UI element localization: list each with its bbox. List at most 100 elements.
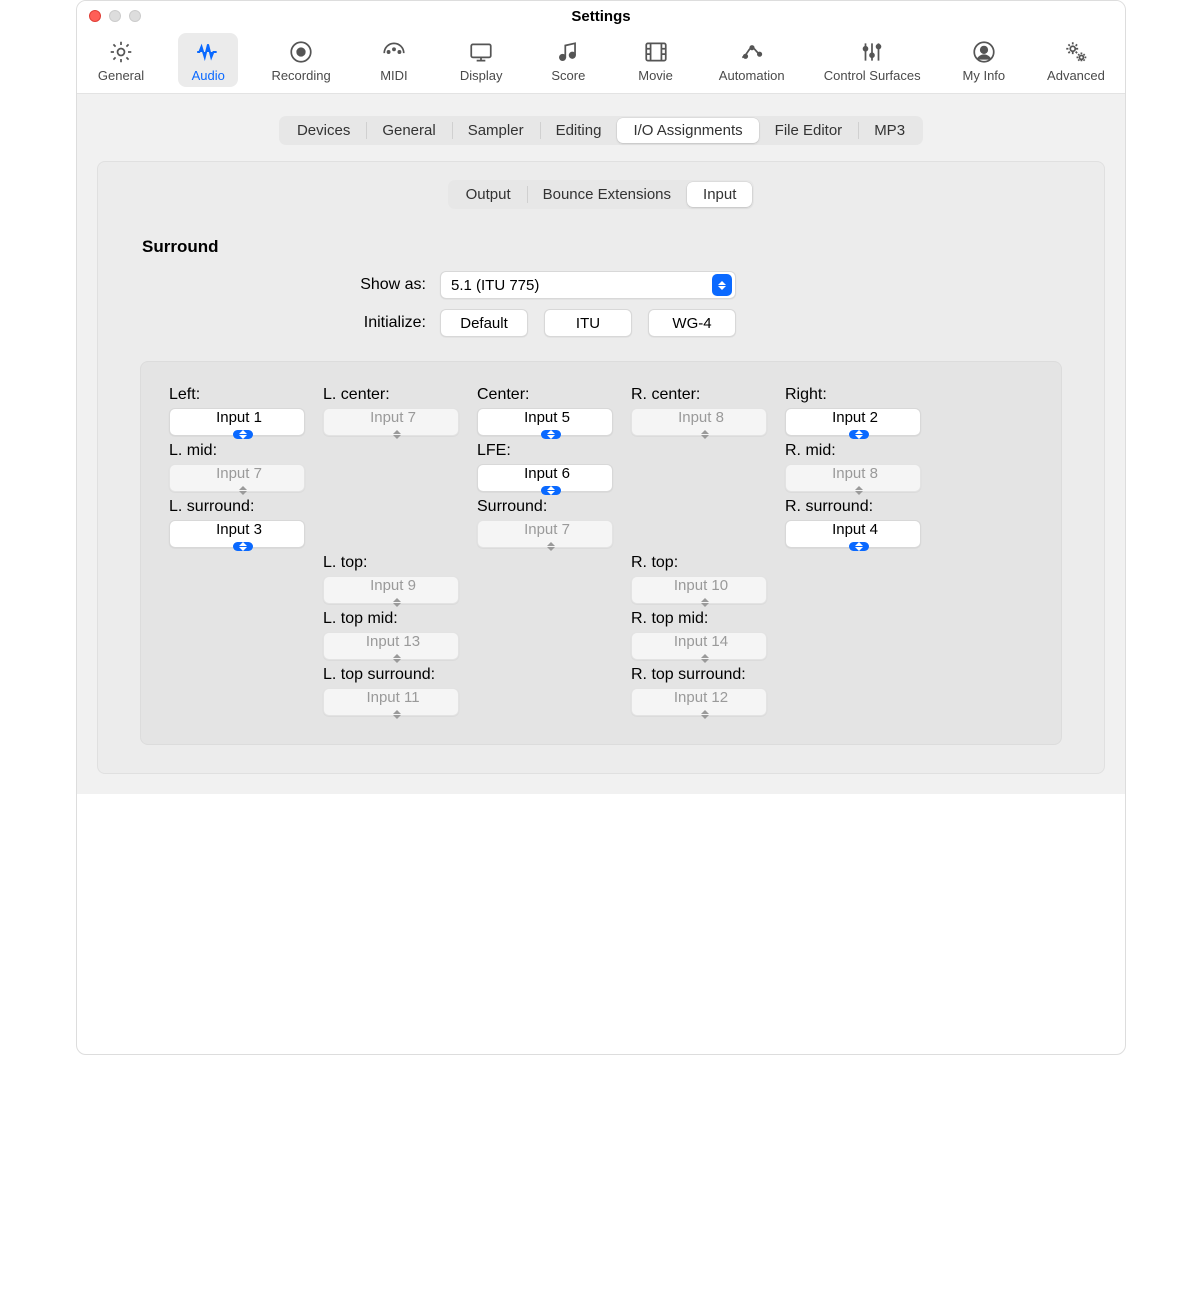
channel-l-top-select: Input 9 [323, 576, 459, 604]
channel-r-surround: R. surround: Input 4 [785, 498, 935, 548]
channel-l-surround-select[interactable]: Input 3 [169, 520, 305, 548]
automation-icon [735, 37, 769, 67]
subtab-bounce-extensions[interactable]: Bounce Extensions [527, 182, 687, 207]
audio-icon [191, 37, 225, 67]
channel-grid: Left: Input 1 L. center:Input 7Center:Inpu… [169, 386, 1033, 716]
channel-r-surround-select[interactable]: Input 4 [785, 520, 921, 548]
channel-right: Right:Input 2 [785, 386, 935, 436]
channel-r-top-surround: R. top surround:Input 12 [631, 666, 781, 716]
toolbar-audio[interactable]: Audio [178, 33, 238, 87]
subtab-output[interactable]: Output [450, 182, 527, 207]
initialize-wg-4-button[interactable]: WG-4 [648, 309, 736, 337]
initialize-itu-button[interactable]: ITU [544, 309, 632, 337]
tab-file-editor[interactable]: File Editor [759, 118, 859, 143]
chevron-updown-icon [695, 710, 715, 719]
initialize-label: Initialize: [116, 314, 426, 332]
tab-general[interactable]: General [366, 118, 451, 143]
tab-editing[interactable]: Editing [540, 118, 618, 143]
channel-surround-select: Input 7 [477, 520, 613, 548]
channel-l-top: L. top:Input 9 [323, 554, 473, 604]
chevron-updown-icon [849, 486, 869, 495]
channel-r-mid-select: Input 8 [785, 464, 921, 492]
tab-mp3[interactable]: MP3 [858, 118, 921, 143]
chevron-updown-icon [233, 486, 253, 495]
channel-l-top-surround: L. top surround:Input 11 [323, 666, 473, 716]
toolbar-automation[interactable]: Automation [713, 33, 791, 87]
channel-r-top-mid-select: Input 14 [631, 632, 767, 660]
tab-devices[interactable]: Devices [281, 118, 366, 143]
chevron-updown-icon [387, 710, 407, 719]
advanced-icon [1059, 37, 1093, 67]
zoom-window-button [129, 10, 141, 22]
channel-center-select[interactable]: Input 5 [477, 408, 613, 436]
channel-left-select[interactable]: Input 1 [169, 408, 305, 436]
chevron-updown-icon [387, 430, 407, 439]
channel-l-center: L. center:Input 7 [323, 386, 473, 436]
channel-r-top: R. top: Input 10 [631, 554, 781, 604]
chevron-updown-icon [849, 542, 869, 551]
chevron-updown-icon [695, 654, 715, 663]
traffic-lights [89, 10, 141, 22]
settings-window: Settings General Audio Recording MIDI Displa… [76, 0, 1126, 1055]
toolbar-movie[interactable]: Movie [626, 33, 686, 87]
channel-right-select[interactable]: Input 2 [785, 408, 921, 436]
channel-left: Left: Input 1 [169, 386, 319, 436]
channel-lfe-select[interactable]: Input 6 [477, 464, 613, 492]
initialize-default-button[interactable]: Default [440, 309, 528, 337]
close-window-button[interactable] [89, 10, 101, 22]
chevron-updown-icon [541, 542, 561, 551]
channel-l-surround-label: L. surround: [169, 498, 319, 516]
general-icon [104, 37, 138, 67]
channel-r-top-label: R. top: [631, 554, 781, 572]
channel-surround-label: Surround: [477, 498, 627, 516]
chevron-updown-icon [387, 654, 407, 663]
chevron-updown-icon [695, 430, 715, 439]
channel-center: Center:Input 5 [477, 386, 627, 436]
movie-icon [639, 37, 673, 67]
minimize-window-button [109, 10, 121, 22]
chevron-updown-icon [233, 542, 253, 551]
chevron-updown-icon [541, 486, 561, 495]
channel-l-top-mid-label: L. top mid: [323, 610, 473, 628]
channel-r-top-surround-label: R. top surround: [631, 666, 781, 684]
channel-r-mid-label: R. mid: [785, 442, 935, 460]
channel-r-mid: R. mid: Input 8 [785, 442, 935, 492]
recording-icon [284, 37, 318, 67]
surround-form: Show as: 5.1 (ITU 775) Initialize: Defau… [116, 271, 1086, 337]
control-surfaces-icon [855, 37, 889, 67]
tab-sampler[interactable]: Sampler [452, 118, 540, 143]
channel-l-top-mid: L. top mid:Input 13 [323, 610, 473, 660]
channel-lfe: LFE: Input 6 [477, 442, 627, 492]
channel-r-center: R. center:Input 8 [631, 386, 781, 436]
channel-r-top-mid: R. top mid:Input 14 [631, 610, 781, 660]
toolbar-my-info[interactable]: My Info [954, 33, 1014, 87]
chevron-updown-icon [233, 430, 253, 439]
titlebar: Settings [77, 1, 1125, 31]
display-icon [464, 37, 498, 67]
io-subtabs: OutputBounce ExtensionsInput [116, 180, 1086, 209]
toolbar-midi[interactable]: MIDI [364, 33, 424, 87]
preferences-toolbar: General Audio Recording MIDI Display Score Mov… [77, 31, 1125, 94]
channel-r-top-select: Input 10 [631, 576, 767, 604]
content-area: DevicesGeneralSamplerEditingI/O Assignme… [77, 94, 1125, 794]
channel-r-center-select: Input 8 [631, 408, 767, 436]
channel-r-surround-label: R. surround: [785, 498, 935, 516]
channel-l-top-surround-select: Input 11 [323, 688, 459, 716]
channel-left-label: Left: [169, 386, 319, 404]
show-as-select[interactable]: 5.1 (ITU 775) [440, 271, 736, 299]
toolbar-control-surfaces[interactable]: Control Surfaces [818, 33, 927, 87]
toolbar-general[interactable]: General [91, 33, 151, 87]
window-title: Settings [77, 8, 1125, 25]
chevron-updown-icon [849, 430, 869, 439]
midi-icon [377, 37, 411, 67]
audio-tabs: DevicesGeneralSamplerEditingI/O Assignme… [97, 116, 1105, 145]
toolbar-advanced[interactable]: Advanced [1041, 33, 1111, 87]
channel-lfe-label: LFE: [477, 442, 627, 460]
toolbar-recording[interactable]: Recording [265, 33, 336, 87]
toolbar-score[interactable]: Score [538, 33, 598, 87]
tab-i-o-assignments[interactable]: I/O Assignments [617, 118, 758, 143]
toolbar-display[interactable]: Display [451, 33, 511, 87]
surround-section-title: Surround [142, 237, 1086, 257]
subtab-input[interactable]: Input [687, 182, 752, 207]
channel-l-center-select: Input 7 [323, 408, 459, 436]
